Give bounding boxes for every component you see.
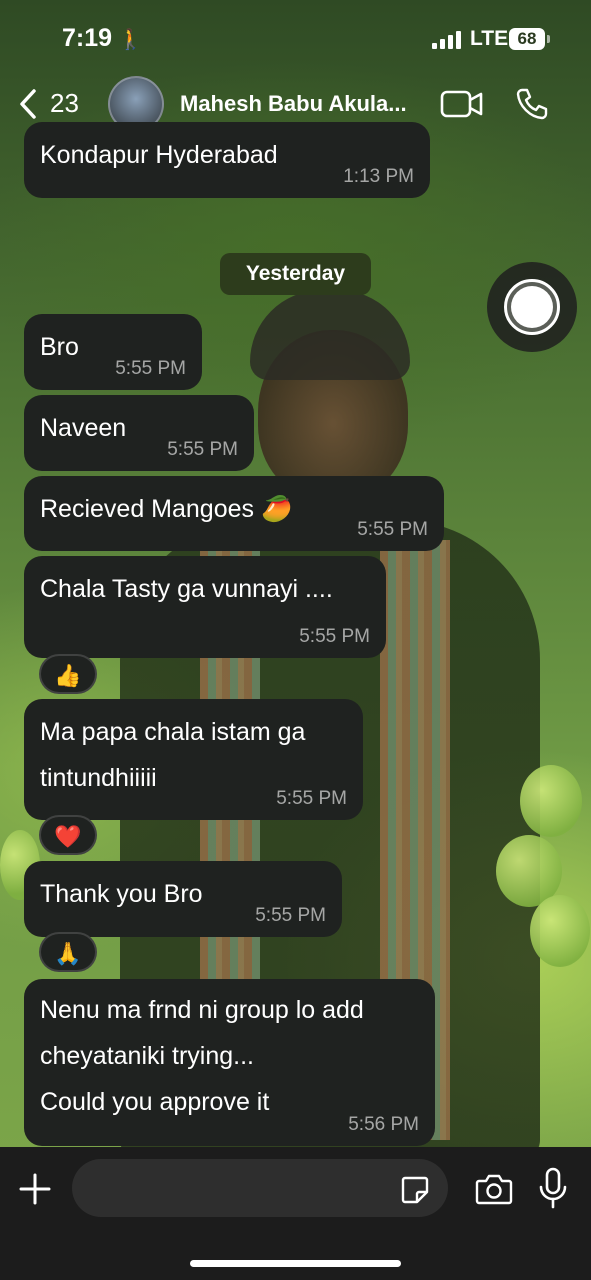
message-time: 5:55 PM (115, 358, 186, 379)
message-text: Naveen (40, 414, 127, 442)
message-time: 5:56 PM (348, 1114, 419, 1135)
reaction-heart[interactable]: ❤️ (39, 815, 97, 855)
message-bubble[interactable]: Kondapur Hyderabad 1:13 PM (24, 122, 430, 198)
home-indicator[interactable] (190, 1260, 401, 1267)
message-text: cheyataniki trying... (40, 1042, 254, 1070)
message-input[interactable] (72, 1159, 448, 1217)
message-text: Ma papa chala istam ga (40, 718, 306, 746)
message-bubble[interactable]: Chala Tasty ga vunnayi .... 5:55 PM (24, 556, 386, 658)
video-call-icon[interactable] (440, 88, 484, 120)
message-input-bar (0, 1147, 591, 1280)
message-bubble[interactable]: Ma papa chala istam ga tintundhiiiii 5:5… (24, 699, 363, 820)
message-bubble[interactable]: Thank you Bro 5:55 PM (24, 861, 342, 937)
battery-icon: 68 (509, 28, 545, 50)
reaction-folded-hands[interactable]: 🙏 (39, 932, 97, 972)
message-bubble[interactable]: Nenu ma frnd ni group lo add cheyataniki… (24, 979, 435, 1146)
unread-count[interactable]: 23 (50, 88, 79, 119)
wallpaper-person-cap (250, 290, 410, 380)
battery-tip (547, 35, 550, 43)
network-type: LTE (470, 27, 509, 50)
sticker-icon[interactable] (400, 1175, 430, 1205)
message-text: Recieved Mangoes 🥭 (40, 495, 293, 523)
wallpaper-mango (520, 765, 582, 837)
message-time: 5:55 PM (276, 788, 347, 809)
status-bar: 7:19 🚶 LTE 68 (0, 0, 591, 78)
contact-name[interactable]: Mahesh Babu Akula... (180, 91, 407, 117)
message-text: Kondapur Hyderabad (40, 141, 278, 169)
message-time: 1:13 PM (343, 166, 414, 187)
walking-person-icon: 🚶 (118, 29, 143, 51)
status-time: 7:19 (62, 24, 113, 52)
message-text: Chala Tasty ga vunnayi .... (40, 575, 333, 603)
message-time: 5:55 PM (357, 519, 428, 540)
mic-icon[interactable] (538, 1167, 568, 1209)
message-text: Thank you Bro (40, 880, 203, 908)
wallpaper-mango (530, 895, 590, 967)
back-icon[interactable] (14, 86, 50, 122)
message-text: tintundhiiiii (40, 764, 157, 792)
date-separator: Yesterday (220, 253, 371, 295)
message-time: 5:55 PM (255, 905, 326, 926)
message-text: Could you approve it (40, 1088, 270, 1116)
message-bubble[interactable]: Recieved Mangoes 🥭 5:55 PM (24, 476, 444, 551)
reaction-thumbs-up[interactable]: 👍 (39, 654, 97, 694)
message-bubble[interactable]: Bro 5:55 PM (24, 314, 202, 390)
plus-icon[interactable] (17, 1171, 53, 1207)
signal-strength-icon (432, 31, 462, 49)
message-time: 5:55 PM (167, 439, 238, 460)
phone-call-icon[interactable] (514, 86, 550, 122)
message-text: Bro (40, 333, 79, 361)
record-button[interactable] (487, 262, 577, 352)
message-bubble[interactable]: Naveen 5:55 PM (24, 395, 254, 471)
record-button-dot (511, 286, 553, 328)
message-text: Nenu ma frnd ni group lo add (40, 996, 364, 1024)
message-time: 5:55 PM (299, 626, 370, 647)
camera-icon[interactable] (475, 1171, 513, 1207)
